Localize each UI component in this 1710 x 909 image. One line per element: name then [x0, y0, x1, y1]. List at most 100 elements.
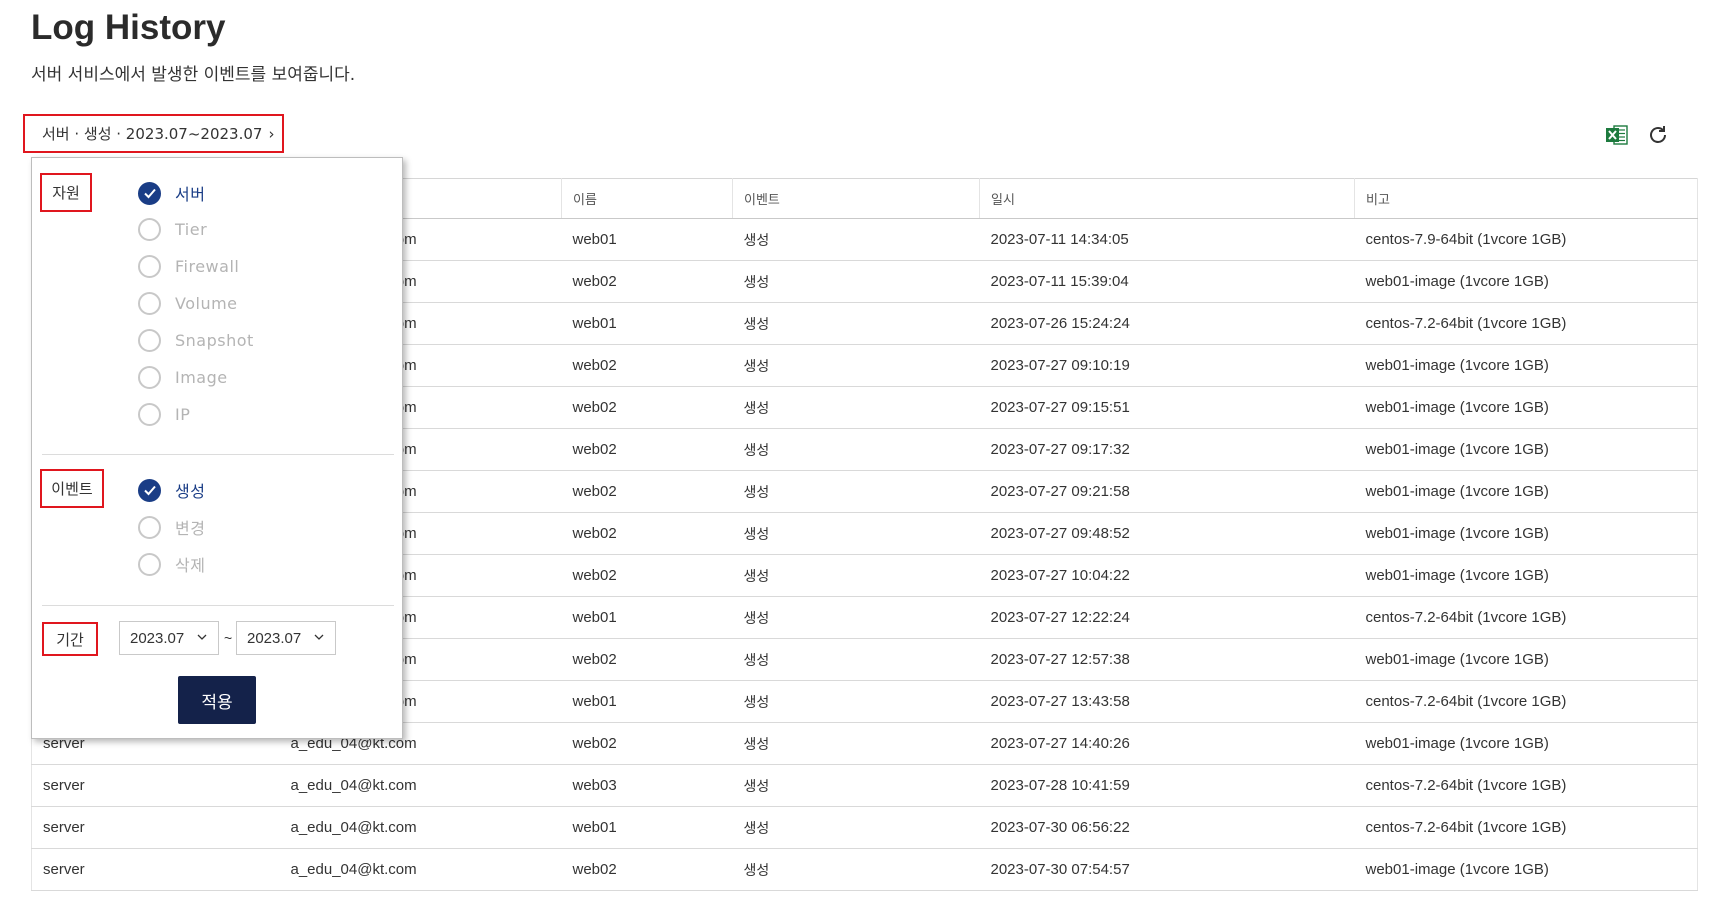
cell-event: 생성: [732, 638, 980, 681]
cell-event: 생성: [732, 260, 980, 303]
option-resource-volume[interactable]: Volume: [138, 292, 238, 315]
radio-icon: [138, 515, 161, 539]
cell-resource: server: [31, 848, 280, 891]
option-event-create[interactable]: 생성: [138, 478, 205, 502]
cell-user: a_edu_04@kt.com: [279, 806, 562, 849]
apply-button[interactable]: 적용: [178, 676, 256, 724]
option-label: 생성: [175, 482, 206, 501]
divider: [42, 605, 394, 606]
cell-datetime: 2023-07-11 14:34:05: [979, 218, 1355, 261]
check-icon: [138, 478, 161, 502]
cell-datetime: 2023-07-27 12:57:38: [979, 638, 1355, 681]
cell-user: a_edu_04@kt.com: [279, 848, 562, 891]
column-header-note: 비고: [1354, 178, 1698, 219]
cell-note: web01-image (1vcore 1GB): [1354, 344, 1698, 387]
option-resource-server[interactable]: 서버: [138, 181, 205, 205]
cell-name: web02: [561, 512, 733, 555]
cell-name: web01: [561, 680, 733, 723]
cell-datetime: 2023-07-27 14:40:26: [979, 722, 1355, 765]
column-header-datetime: 일시: [979, 178, 1355, 219]
option-label: Tier: [175, 220, 208, 239]
toolbar: [1605, 123, 1670, 147]
cell-name: web02: [561, 722, 733, 765]
cell-note: web01-image (1vcore 1GB): [1354, 512, 1698, 555]
cell-event: 생성: [732, 470, 980, 513]
excel-icon[interactable]: [1605, 123, 1629, 147]
cell-event: 생성: [732, 764, 980, 807]
cell-note: centos-7.9-64bit (1vcore 1GB): [1354, 218, 1698, 261]
option-label: Snapshot: [175, 331, 254, 350]
cell-name: web02: [561, 428, 733, 471]
cell-name: web02: [561, 848, 733, 891]
cell-datetime: 2023-07-30 07:54:57: [979, 848, 1355, 891]
page-title: Log History: [31, 8, 226, 47]
cell-event: 생성: [732, 512, 980, 555]
filter-summary-text: 서버 · 생성 · 2023.07~2023.07: [42, 125, 263, 143]
option-label: 서버: [175, 185, 206, 204]
cell-datetime: 2023-07-27 09:10:19: [979, 344, 1355, 387]
option-event-delete[interactable]: 삭제: [138, 552, 205, 576]
cell-resource: server: [31, 764, 280, 807]
option-label: 변경: [175, 519, 206, 538]
option-label: 삭제: [175, 556, 206, 575]
period-to-select[interactable]: 2023.07: [236, 621, 336, 655]
option-label: IP: [175, 405, 191, 424]
chevron-right-icon: ›: [268, 124, 275, 143]
cell-note: web01-image (1vcore 1GB): [1354, 722, 1698, 765]
cell-datetime: 2023-07-27 09:15:51: [979, 386, 1355, 429]
option-resource-image[interactable]: Image: [138, 366, 228, 389]
chevron-down-icon: [197, 634, 207, 640]
option-resource-firewall[interactable]: Firewall: [138, 255, 239, 278]
cell-event: 생성: [732, 848, 980, 891]
cell-datetime: 2023-07-27 13:43:58: [979, 680, 1355, 723]
option-resource-snapshot[interactable]: Snapshot: [138, 329, 254, 352]
cell-datetime: 2023-07-11 15:39:04: [979, 260, 1355, 303]
section-label-resource: 자원: [40, 173, 92, 212]
radio-icon: [138, 292, 161, 315]
period-separator: ~: [224, 630, 233, 646]
option-label: Image: [175, 368, 228, 387]
table-row[interactable]: server a_edu_04@kt.com web03 생성 2023-07-28 1…: [31, 764, 1698, 807]
divider: [42, 454, 394, 455]
cell-user: a_edu_04@kt.com: [279, 764, 562, 807]
option-resource-ip[interactable]: IP: [138, 403, 190, 426]
cell-datetime: 2023-07-27 09:48:52: [979, 512, 1355, 555]
table-row[interactable]: server a_edu_04@kt.com web01 생성 2023-07-30 0…: [31, 806, 1698, 849]
cell-datetime: 2023-07-27 09:21:58: [979, 470, 1355, 513]
table-row[interactable]: server a_edu_04@kt.com web02 생성 2023-07-30 0…: [31, 848, 1698, 891]
cell-resource: server: [31, 806, 280, 849]
cell-note: web01-image (1vcore 1GB): [1354, 428, 1698, 471]
cell-event: 생성: [732, 344, 980, 387]
cell-note: web01-image (1vcore 1GB): [1354, 470, 1698, 513]
cell-event: 생성: [732, 596, 980, 639]
refresh-icon[interactable]: [1646, 123, 1670, 147]
cell-note: centos-7.2-64bit (1vcore 1GB): [1354, 764, 1698, 807]
cell-name: web03: [561, 764, 733, 807]
cell-name: web01: [561, 596, 733, 639]
cell-name: web02: [561, 470, 733, 513]
period-from-value: 2023.07: [130, 629, 185, 647]
cell-note: web01-image (1vcore 1GB): [1354, 386, 1698, 429]
period-from-select[interactable]: 2023.07: [119, 621, 219, 655]
cell-note: centos-7.2-64bit (1vcore 1GB): [1354, 596, 1698, 639]
cell-note: centos-7.2-64bit (1vcore 1GB): [1354, 302, 1698, 345]
cell-event: 생성: [732, 428, 980, 471]
filter-panel: 자원 서버 Tier Firewall Volume Snapshot Imag…: [31, 157, 403, 739]
section-label-period: 기간: [42, 622, 98, 656]
option-event-modify[interactable]: 변경: [138, 515, 205, 539]
option-resource-tier[interactable]: Tier: [138, 218, 207, 241]
option-label: Volume: [175, 294, 238, 313]
cell-note: web01-image (1vcore 1GB): [1354, 260, 1698, 303]
cell-note: web01-image (1vcore 1GB): [1354, 638, 1698, 681]
cell-name: web02: [561, 554, 733, 597]
cell-name: web02: [561, 386, 733, 429]
period-to-value: 2023.07: [247, 629, 302, 647]
cell-datetime: 2023-07-27 10:04:22: [979, 554, 1355, 597]
radio-icon: [138, 255, 161, 278]
cell-event: 생성: [732, 302, 980, 345]
cell-datetime: 2023-07-26 15:24:24: [979, 302, 1355, 345]
cell-name: web02: [561, 260, 733, 303]
cell-name: web02: [561, 638, 733, 681]
cell-name: web01: [561, 302, 733, 345]
filter-summary-toggle[interactable]: 서버 · 생성 · 2023.07~2023.07 ›: [23, 114, 284, 153]
